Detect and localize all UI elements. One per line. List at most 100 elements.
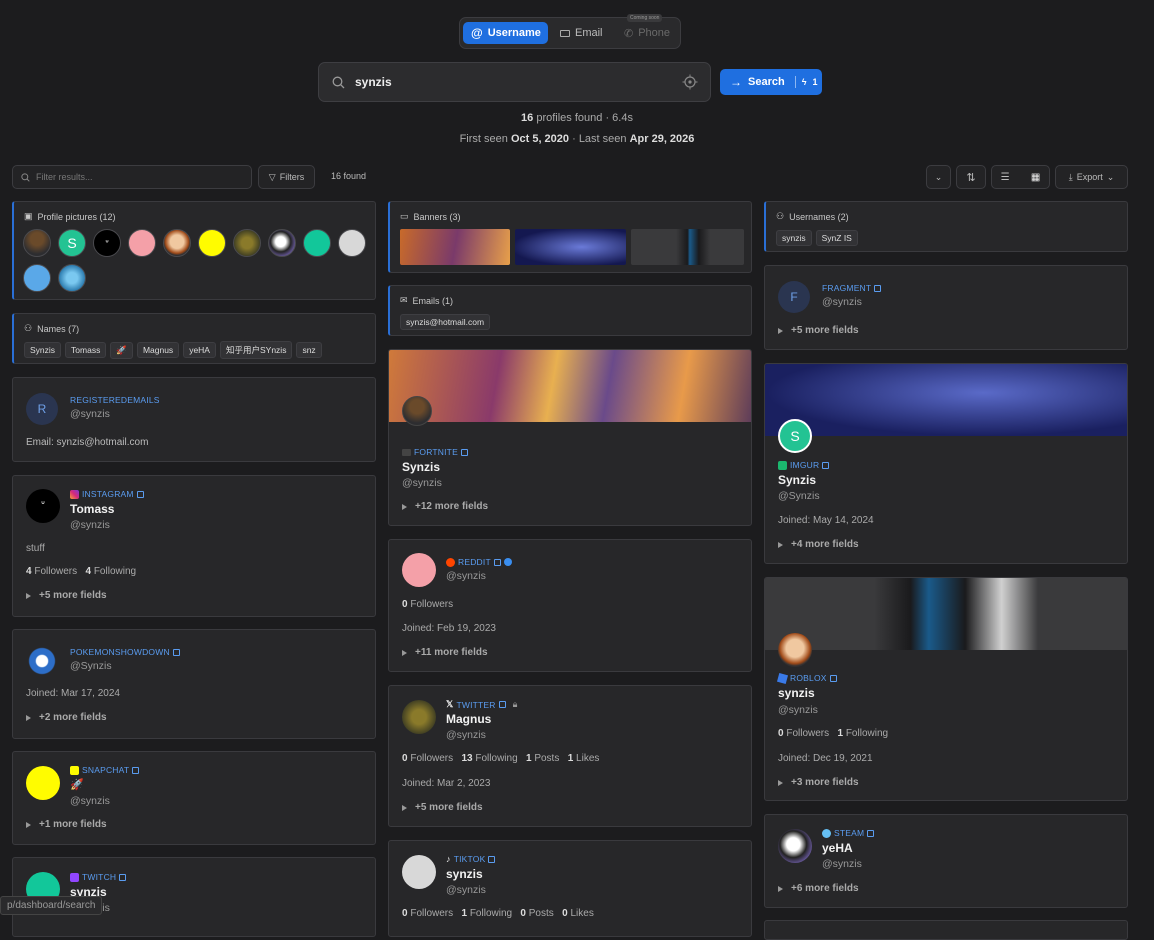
tiktok-card[interactable]: ♪ TIKTOK synzis @synzis 0 Followers 1 Fol… bbox=[388, 840, 752, 937]
names-card: ⚇ Names (7) Synzis Tomass 🚀 Magnus yeHA 知乎用户SY… bbox=[12, 313, 376, 364]
search-button[interactable]: → Search ϟ 1 bbox=[720, 69, 822, 95]
caret-right-icon bbox=[26, 821, 31, 828]
search-box[interactable]: synzis bbox=[318, 62, 711, 102]
pfp-thumb[interactable] bbox=[268, 229, 296, 257]
avatar bbox=[402, 396, 432, 426]
platform-label[interactable]: STEAM bbox=[822, 828, 875, 838]
platform-label[interactable]: FRAGMENT bbox=[822, 283, 882, 293]
platform-label[interactable]: ♪ TIKTOK bbox=[446, 854, 496, 864]
platform-label[interactable]: 𝕏 TWITTER 🔒︎ bbox=[446, 699, 518, 710]
snapchat-icon bbox=[70, 765, 79, 775]
pfp-thumb[interactable]: ᐡ bbox=[93, 229, 121, 257]
fortnite-card[interactable]: FORTNITE Synzis @synzis +12 more fields bbox=[388, 349, 752, 526]
avatar bbox=[402, 553, 436, 587]
banner-thumb[interactable] bbox=[400, 229, 510, 265]
more-fields-toggle[interactable]: +2 more fields bbox=[26, 712, 107, 723]
platform-label[interactable]: TWITCH bbox=[70, 872, 127, 882]
banner-thumb[interactable] bbox=[515, 229, 626, 265]
imgur-card[interactable]: S IMGUR Synzis @Synzis Joined: May 14, 2… bbox=[764, 363, 1128, 564]
joined-date: Joined: Dec 19, 2021 bbox=[778, 753, 873, 764]
steam-card[interactable]: STEAM yeHA @synzis +6 more fields bbox=[764, 814, 1128, 908]
phone-icon: ✆ bbox=[624, 27, 634, 40]
profile-name: yeHA bbox=[822, 841, 853, 855]
pfp-thumb[interactable] bbox=[128, 229, 156, 257]
twitter-card[interactable]: 𝕏 TWITTER 🔒︎ Magnus @synzis 0 Followers 13… bbox=[388, 685, 752, 827]
email-tab[interactable]: Email bbox=[552, 22, 612, 44]
platform-label[interactable]: INSTAGRAM bbox=[70, 489, 144, 499]
more-fields-toggle[interactable]: +11 more fields bbox=[402, 647, 488, 658]
profile-handle: @synzis bbox=[822, 858, 862, 870]
external-link-icon bbox=[829, 674, 837, 682]
username-tab[interactable]: @ Username bbox=[463, 22, 548, 44]
more-fields-toggle[interactable]: +1 more fields bbox=[26, 819, 107, 830]
list-view-icon[interactable]: ☰ bbox=[1001, 172, 1010, 183]
external-link-icon bbox=[498, 701, 506, 708]
stats-row: 4 Followers 4 Following bbox=[26, 566, 137, 577]
more-fields-toggle[interactable]: +5 more fields bbox=[402, 802, 483, 813]
pfp-thumb[interactable] bbox=[58, 264, 86, 292]
banner-thumb[interactable] bbox=[631, 229, 744, 265]
name-chip[interactable]: 🚀 bbox=[110, 342, 133, 359]
pfp-thumb[interactable] bbox=[198, 229, 226, 257]
more-fields-toggle[interactable]: +4 more fields bbox=[778, 539, 859, 550]
export-button[interactable]: ⤓ Export ⌄ bbox=[1055, 165, 1128, 189]
pfp-thumb[interactable] bbox=[303, 229, 331, 257]
caret-right-icon bbox=[402, 804, 407, 811]
more-fields-toggle[interactable]: +5 more fields bbox=[778, 325, 859, 336]
external-link-icon bbox=[488, 855, 496, 863]
name-chip[interactable]: yeHA bbox=[183, 342, 216, 358]
pfp-thumb[interactable] bbox=[163, 229, 191, 257]
profile-name: Tomass bbox=[70, 502, 115, 516]
name-chip[interactable]: 知乎用户SYnzis bbox=[219, 341, 293, 359]
search-input[interactable]: synzis bbox=[355, 75, 392, 89]
name-chip[interactable]: Synzis bbox=[24, 342, 62, 358]
more-fields-toggle[interactable]: +5 more fields bbox=[26, 590, 107, 601]
pfp-thumb[interactable]: S bbox=[58, 229, 86, 257]
more-fields-toggle[interactable]: +3 more fields bbox=[778, 777, 859, 788]
name-chip[interactable]: snz bbox=[296, 342, 322, 358]
registeredemails-card[interactable]: R REGISTEREDEMAILS @synzis Email: synzis… bbox=[12, 377, 376, 462]
fragment-card[interactable]: F FRAGMENT @synzis +5 more fields bbox=[764, 265, 1128, 350]
platform-label[interactable]: IMGUR bbox=[778, 460, 830, 470]
avatar bbox=[402, 855, 436, 889]
chevron-down-icon: ⌄ bbox=[934, 171, 943, 182]
joined-date: Joined: Mar 2, 2023 bbox=[402, 778, 491, 789]
grid-view-icon[interactable]: ▦ bbox=[1031, 172, 1040, 183]
pfp-thumb[interactable] bbox=[23, 229, 51, 257]
target-icon[interactable] bbox=[682, 74, 698, 90]
pfp-thumb[interactable] bbox=[338, 229, 366, 257]
name-chip[interactable]: Tomass bbox=[65, 342, 107, 358]
next-card[interactable] bbox=[764, 920, 1128, 940]
instagram-card[interactable]: ᐡ INSTAGRAM Tomass @synzis stuff 4 Follo… bbox=[12, 475, 376, 617]
platform-label[interactable]: ROBLOX bbox=[776, 672, 837, 684]
pfp-thumb[interactable] bbox=[233, 229, 261, 257]
more-fields-toggle[interactable]: +12 more fields bbox=[402, 501, 488, 512]
pfp-thumb[interactable] bbox=[23, 264, 51, 292]
reddit-card[interactable]: REDDIT @synzis 0 Followers Joined: Feb 1… bbox=[388, 539, 752, 672]
external-link-icon bbox=[867, 829, 875, 837]
username-chip[interactable]: SynZ IS bbox=[815, 230, 858, 246]
collapse-button[interactable]: ⌄ bbox=[926, 165, 951, 189]
platform-label[interactable]: POKEMONSHOWDOWN bbox=[70, 647, 180, 657]
emails-title: ✉ Emails (1) bbox=[400, 295, 454, 306]
name-chip[interactable]: Magnus bbox=[136, 342, 180, 358]
username-chip[interactable]: synzis bbox=[776, 230, 812, 246]
filters-button[interactable]: ▽ Filters bbox=[258, 165, 315, 189]
download-icon: ⤓ bbox=[1068, 171, 1073, 182]
filter-results-input[interactable]: Filter results... bbox=[12, 165, 252, 189]
snapchat-card[interactable]: SNAPCHAT 🚀 @synzis +1 more fields bbox=[12, 751, 376, 845]
email-chip[interactable]: synzis@hotmail.com bbox=[400, 314, 491, 330]
banners-card: ▭ Banners (3) bbox=[388, 201, 752, 273]
mail-icon: ✉ bbox=[400, 295, 408, 305]
platform-label[interactable]: SNAPCHAT bbox=[70, 765, 140, 775]
platform-label[interactable]: FORTNITE bbox=[402, 447, 468, 457]
more-fields-toggle[interactable]: +6 more fields bbox=[778, 883, 859, 894]
profile-name: 🚀 bbox=[70, 779, 84, 791]
roblox-card[interactable]: ROBLOX synzis @synzis 0 Followers 1 Foll… bbox=[764, 577, 1128, 801]
platform-label[interactable]: REDDIT bbox=[446, 557, 512, 567]
pokemonshowdown-card[interactable]: POKEMONSHOWDOWN @Synzis Joined: Mar 17, … bbox=[12, 629, 376, 739]
user-icon: ⚇ bbox=[776, 211, 785, 221]
avatar bbox=[778, 633, 812, 667]
sort-button[interactable]: ⇅ bbox=[956, 165, 986, 189]
platform-label[interactable]: REGISTEREDEMAILS bbox=[70, 395, 160, 405]
